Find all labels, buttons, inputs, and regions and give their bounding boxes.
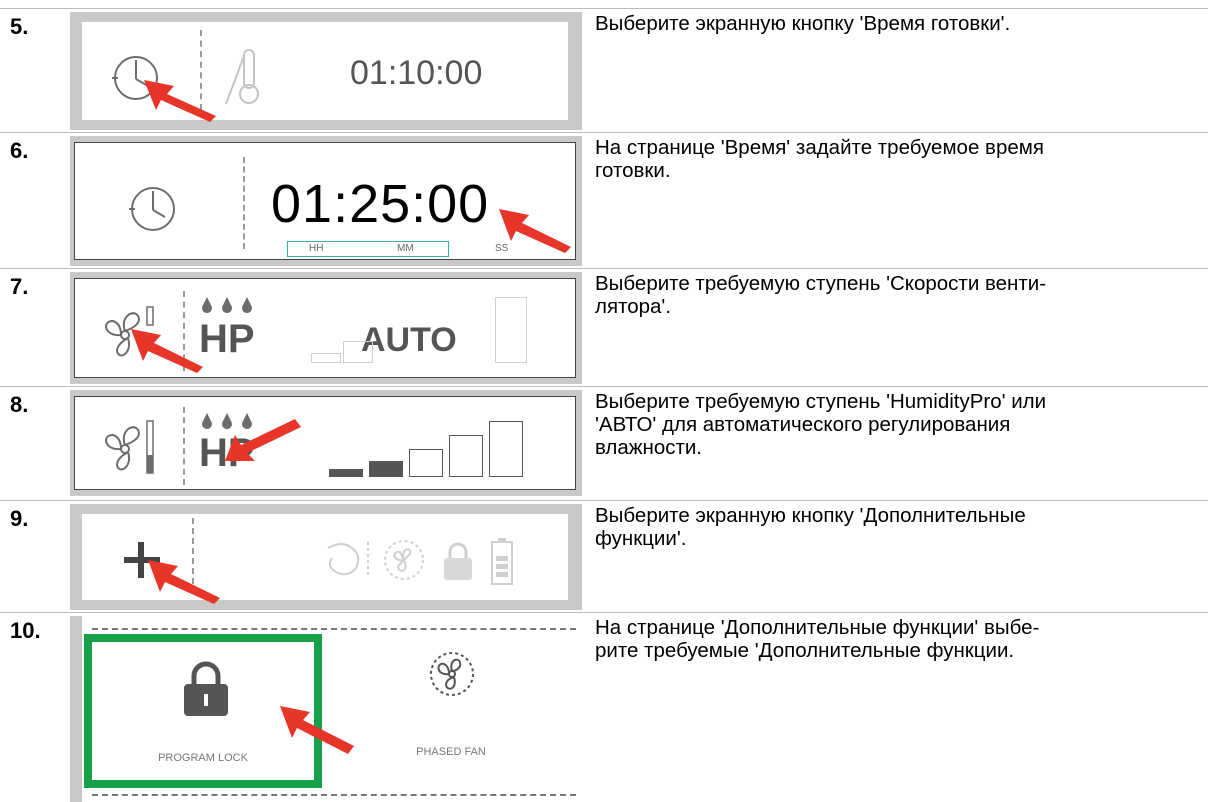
step-description: Выберите требуемую ступень 'Скорости вен… <box>595 272 1047 318</box>
step-number: 8. <box>10 392 29 417</box>
step-number: 9. <box>10 506 29 531</box>
screenshot-frame: HP <box>70 390 582 496</box>
top-dashes <box>92 628 576 630</box>
steam-icon <box>327 542 369 578</box>
step-row-9: 9. Выберите экранную кнопку 'Дополнитель… <box>0 500 1208 612</box>
mm-label: MM <box>397 243 414 254</box>
step-row-5: 5. 01:10:00 Выберите экранную кнопку 'Вр… <box>0 8 1208 132</box>
step-number: 10. <box>10 618 41 643</box>
red-arrow <box>499 209 571 253</box>
phased-fan-tile[interactable]: PHASED FAN <box>326 634 576 788</box>
humidity-drops-icon <box>202 297 252 313</box>
divider <box>183 407 185 485</box>
humidity-label: HP <box>199 317 255 361</box>
screenshot-frame <box>70 504 582 610</box>
clock-icon <box>129 187 175 231</box>
level-bar-1 <box>311 353 341 363</box>
level-bar-5 <box>495 297 527 363</box>
level-bar-2 <box>343 341 373 363</box>
step-description: На странице 'Дополнительные функции' выб… <box>595 616 1040 662</box>
red-arrow <box>280 706 354 754</box>
step-description: Выберите требуемую ступень 'HumidityPro'… <box>595 390 1047 459</box>
step-row-8: 8. HP Выберите требуемую ступень 'Humidi… <box>0 386 1208 500</box>
row-rule <box>0 500 1208 501</box>
fan-icon <box>430 652 474 696</box>
level-bar-1 <box>329 469 363 477</box>
step-description: Выберите экранную кнопку 'Время готовки'… <box>595 12 1011 35</box>
row-rule <box>0 8 1208 9</box>
row-rule <box>0 386 1208 387</box>
step-row-7: 7. HP AUTO Выберите требуемую ступень 'С… <box>0 268 1208 386</box>
lock-icon <box>184 661 228 716</box>
level-bar-2 <box>369 461 403 477</box>
phased-fan-label: PHASED FAN <box>416 746 486 758</box>
screenshot-frame: 01:25:00 HH MM SS <box>70 136 582 266</box>
step-row-10: 10. PROGRAM LOCK PHASED FAN На странице … <box>0 612 1208 802</box>
step-number: 6. <box>10 138 29 163</box>
device-screen: HP <box>74 396 576 490</box>
step-description: Выберите экранную кнопку 'Дополнительные… <box>595 504 1026 550</box>
fan-icon <box>384 540 424 580</box>
row-rule <box>0 268 1208 269</box>
row-rule <box>0 612 1208 613</box>
step-number: 7. <box>10 274 29 299</box>
step-number: 5. <box>10 14 29 39</box>
thermometer-icon <box>225 49 259 105</box>
device-screen: 01:10:00 <box>82 22 568 122</box>
step-row-6: 6. 01:25:00 HH MM SS На странице 'Время'… <box>0 132 1208 268</box>
step-description: На странице 'Время' задайте требуемое вр… <box>595 136 1044 182</box>
red-arrow <box>148 560 220 604</box>
lock-icon <box>444 542 472 580</box>
device-screen <box>82 514 568 604</box>
level-bar-5 <box>489 421 523 477</box>
time-display: 01:10:00 <box>350 54 483 92</box>
fan-icon <box>105 420 154 474</box>
level-bar-3 <box>409 449 443 477</box>
red-arrow <box>144 80 216 122</box>
screenshot-frame: PROGRAM LOCK PHASED FAN <box>70 616 582 802</box>
screenshot-frame: 01:10:00 <box>70 12 582 130</box>
device-screen: 01:25:00 HH MM SS <box>74 142 576 260</box>
auto-label: AUTO <box>361 321 457 359</box>
row-rule <box>0 132 1208 133</box>
bottom-dashes <box>92 794 576 796</box>
left-edge-strip <box>70 616 82 802</box>
level-bar-4 <box>449 435 483 477</box>
red-arrow <box>131 329 203 373</box>
time-display: 01:25:00 <box>271 174 490 234</box>
divider <box>243 157 245 249</box>
red-arrow <box>225 419 301 461</box>
screenshot-frame: HP AUTO <box>70 272 582 384</box>
device-screen: HP AUTO <box>74 278 576 378</box>
battery-icon <box>491 538 513 585</box>
hh-label: HH <box>309 243 324 254</box>
